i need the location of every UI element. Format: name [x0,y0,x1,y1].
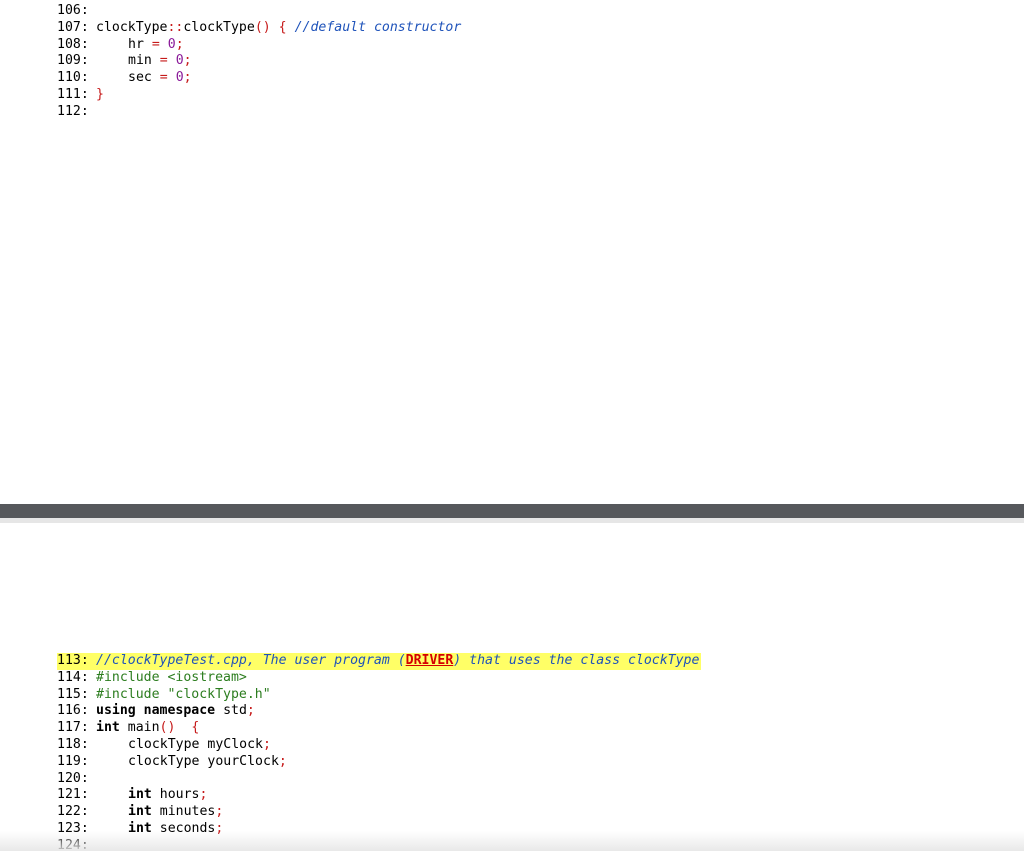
include-directive: #include "clockType.h" [96,686,271,702]
assign-operator: = [151,36,160,52]
semicolon: ; [215,804,224,820]
keyword: using [96,703,136,719]
line-number: 118: [57,736,89,752]
open-brace: { [278,19,287,35]
keyword: int [128,820,152,836]
line-number: 115: [57,686,89,702]
line-number: 124: [57,837,89,853]
parentheses: () [159,720,176,736]
identifier: yourClock [207,753,279,769]
function-name: main [127,720,160,736]
keyword: int [128,787,152,803]
code-line-107: 107: clockType::clockType() { //default c… [57,20,461,37]
keyword: namespace [143,703,216,719]
code-line-110: 110: sec = 0; [57,70,461,87]
type-name: clockType [128,736,200,752]
include-directive: #include <iostream> [96,669,247,685]
method-name: clockType [183,19,255,35]
semicolon: ; [183,53,192,69]
number-literal: 0 [175,70,184,86]
code-line-112: 112: [57,104,461,121]
line-number: 111: [57,86,89,102]
highlighted-line: 113: //clockTypeTest.cpp, The user progra… [57,653,702,670]
code-line-108: 108: hr = 0; [57,37,461,54]
semicolon: ; [278,753,287,769]
line-number: 106: [57,3,89,18]
line-number: 116: [57,703,89,719]
line-number: 113: [57,653,89,668]
keyword: int [96,720,120,736]
code-line-123: 123: int seconds; [57,821,701,838]
semicolon: ; [175,36,184,52]
code-comment: //clockTypeTest.cpp, The user program ( [96,653,406,668]
number-literal: 0 [167,36,176,52]
semicolon: ; [246,703,255,719]
code-line-109: 109: min = 0; [57,53,461,70]
class-name: clockType [96,19,168,35]
number-literal: 0 [175,53,184,69]
assign-operator: = [159,70,168,86]
line-number: 107: [57,19,89,35]
line-number: 121: [57,787,89,803]
identifier: minutes [159,804,216,820]
open-brace: { [191,720,200,736]
identifier: myClock [207,736,263,752]
code-line-114: 114: #include <iostream> [57,670,701,687]
line-number: 109: [57,53,89,69]
code-block-top: 106: 107: clockType::clockType() { //defa… [57,3,461,121]
semicolon: ; [199,787,208,803]
line-number: 110: [57,70,89,86]
line-number: 123: [57,820,89,836]
semicolon: ; [263,736,271,752]
line-number: 119: [57,753,89,769]
code-line-124: 124: [57,838,701,855]
page-divider-bar [0,504,1024,518]
code-line-106: 106: [57,3,461,20]
code-line-118: 118: clockType myClock; [57,737,701,754]
semicolon: ; [183,70,192,86]
code-line-117: 117: int main() { [57,720,701,737]
identifier: seconds [159,820,216,836]
code-line-119: 119: clockType yourClock; [57,754,701,771]
identifier: std [223,703,247,719]
line-number: 117: [57,720,89,736]
variable-name: sec [128,70,152,86]
identifier: hours [159,787,200,803]
code-comment-tail: ) that uses the class clockType [453,653,700,668]
code-line-121: 121: int hours; [57,787,701,804]
code-line-120: 120: [57,771,701,788]
line-number: 122: [57,804,89,820]
document-page-bottom: 113: //clockTypeTest.cpp, The user progra… [0,523,1024,853]
keyword: int [128,804,152,820]
code-line-115: 115: #include "clockType.h" [57,687,701,704]
type-name: clockType [128,753,200,769]
variable-name: min [128,53,152,69]
scope-operator: :: [167,19,184,35]
code-line-116: 116: using namespace std; [57,703,701,720]
close-brace: } [96,86,104,102]
line-number: 108: [57,36,89,52]
semicolon: ; [215,820,224,836]
line-number: 120: [57,770,89,786]
variable-name: hr [128,36,144,52]
driver-label: DRIVER [405,653,454,668]
code-block-bottom: 113: //clockTypeTest.cpp, The user progra… [57,653,702,855]
page-divider [0,504,1024,523]
code-line-113: 113: //clockTypeTest.cpp, The user progra… [57,653,702,670]
code-comment: //default constructor [294,19,462,35]
document-page-top: 106: 107: clockType::clockType() { //defa… [0,0,1024,504]
parentheses: () [254,19,271,35]
assign-operator: = [159,53,168,69]
line-number: 112: [57,103,89,119]
line-number: 114: [57,669,89,685]
code-line-122: 122: int minutes; [57,804,701,821]
code-line-111: 111:} [57,87,461,104]
